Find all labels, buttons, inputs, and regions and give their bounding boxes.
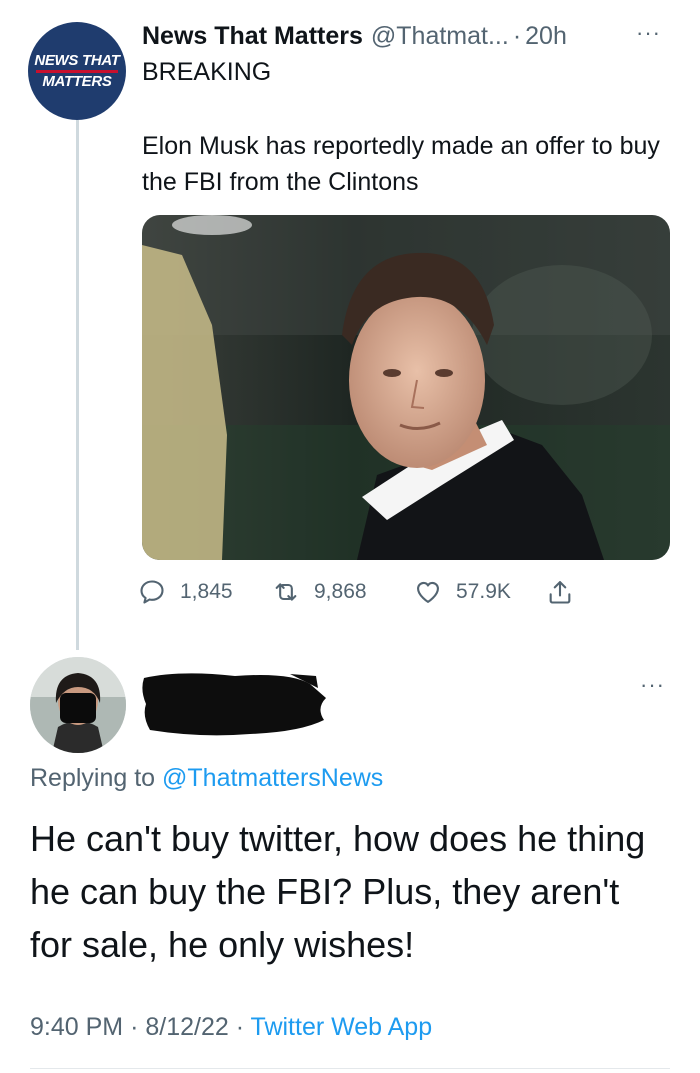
reply-button[interactable]: 1,845 — [138, 574, 233, 610]
reply-metadata: 9:40 PM · 8/12/22 · Twitter Web App — [30, 1013, 432, 1042]
share-icon — [549, 581, 571, 604]
reply-date[interactable]: 8/12/22 — [145, 1013, 228, 1041]
tweet-photo[interactable] — [142, 215, 670, 560]
bottom-divider — [30, 1068, 670, 1069]
redacted-username — [142, 673, 326, 736]
meta-separator: · — [130, 1013, 139, 1041]
replying-mention-link[interactable]: @ThatmattersNews — [162, 764, 383, 792]
like-button[interactable]: 57.9K — [414, 574, 511, 610]
tweet-body-text: Elon Musk has reportedly made an offer t… — [142, 132, 660, 196]
replier-profile-photo — [30, 657, 126, 753]
reply-source-link[interactable]: Twitter Web App — [251, 1013, 433, 1041]
tweet-more-options-icon[interactable]: ··· — [636, 22, 661, 44]
retweet-icon — [275, 583, 297, 601]
replying-to-line: Replying to @ThatmattersNews — [30, 764, 383, 793]
header-separator: · — [512, 21, 522, 50]
author-name[interactable]: News That Matters — [142, 22, 363, 51]
meta-separator: · — [235, 1013, 245, 1041]
tweet-header: News That Matters @Thatmat... · 20h — [142, 20, 672, 52]
tweet-headline: BREAKING — [142, 58, 272, 86]
retweet-count: 9,868 — [314, 580, 367, 603]
photo-of-man-in-tuxedo — [142, 215, 670, 560]
avatar-logo-text-top: NEWS THAT — [34, 51, 120, 69]
reply-body-text: He can't buy twitter, how does he thing … — [30, 818, 646, 965]
author-handle[interactable]: @Thatmat... — [371, 22, 509, 51]
share-button[interactable] — [546, 574, 588, 610]
like-count: 57.9K — [456, 580, 511, 603]
tweet-time-ago[interactable]: 20h — [525, 22, 567, 51]
reply-more-options-icon[interactable]: ··· — [640, 674, 665, 696]
retweet-button[interactable]: 9,868 — [272, 574, 367, 610]
avatar-logo-text-bottom: MATTERS — [42, 72, 112, 90]
reply-count: 1,845 — [180, 580, 233, 603]
thread-connector-line — [76, 120, 79, 650]
reply-time[interactable]: 9:40 PM — [30, 1013, 123, 1041]
tweet-action-bar: 1,845 9,868 57.9K — [138, 574, 598, 610]
replying-prefix: Replying to — [30, 764, 156, 792]
heart-icon — [417, 581, 439, 603]
reply-icon — [140, 580, 164, 604]
replier-avatar[interactable] — [30, 657, 126, 753]
news-that-matters-avatar[interactable]: NEWS THAT MATTERS — [28, 22, 126, 120]
